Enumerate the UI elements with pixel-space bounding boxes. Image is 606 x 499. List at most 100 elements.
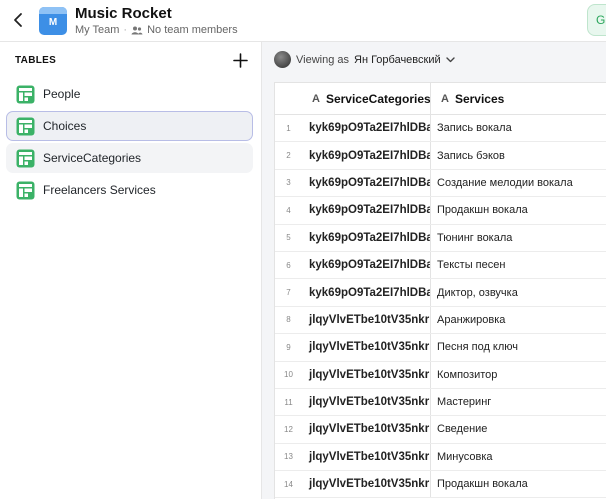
- table-icon: [16, 117, 35, 135]
- table-row[interactable]: 11 jlqyVlvETbe10tV35nkr Мастеринг: [275, 388, 606, 417]
- row-number: 11: [284, 397, 293, 407]
- cell-servicecategory[interactable]: kyk69pO9Ta2EI7hlDBa: [302, 279, 431, 306]
- avatar: [274, 51, 291, 68]
- table-row[interactable]: 8 jlqyVlvETbe10tV35nkr Аранжировка: [275, 306, 606, 335]
- cell-servicecategory[interactable]: jlqyVlvETbe10tV35nkr: [302, 471, 431, 498]
- table-row[interactable]: 3 kyk69pO9Ta2EI7hlDBa Создание мелодии вок…: [275, 169, 606, 198]
- main-panel: Viewing as Ян Горбачевский A ServiceCate…: [262, 42, 606, 499]
- share-button-glyph: G: [596, 13, 606, 27]
- cell-servicecategory[interactable]: kyk69pO9Ta2EI7hlDBa: [302, 224, 431, 251]
- table-row[interactable]: 5 kyk69pO9Ta2EI7hlDBa Тюнинг вокала: [275, 224, 606, 252]
- row-number: 14: [284, 479, 293, 489]
- row-number: 2: [286, 151, 291, 161]
- share-button[interactable]: G: [587, 4, 606, 36]
- viewing-user: Ян Горбачевский: [354, 53, 441, 66]
- cell-service[interactable]: Минусовка: [431, 444, 606, 470]
- table-row[interactable]: 9 jlqyVlvETbe10tV35nkr Песня под ключ: [275, 334, 606, 362]
- cell-servicecategory[interactable]: kyk69pO9Ta2EI7hlDBa: [302, 197, 431, 224]
- table-row[interactable]: 13 jlqyVlvETbe10tV35nkr Минусовка: [275, 443, 606, 472]
- column-header-services[interactable]: A Services: [431, 83, 606, 114]
- row-number-header: [275, 83, 302, 114]
- cell-servicecategory[interactable]: jlqyVlvETbe10tV35nkr: [302, 388, 431, 416]
- table-icon: [16, 181, 35, 199]
- cell-service[interactable]: Диктор, озвучка: [431, 279, 606, 305]
- cell-servicecategory[interactable]: jlqyVlvETbe10tV35nkr: [302, 334, 431, 361]
- cell-servicecategory[interactable]: jlqyVlvETbe10tV35nkr: [302, 361, 431, 388]
- cell-service[interactable]: Песня под ключ: [431, 334, 606, 360]
- people-icon: [131, 26, 143, 34]
- column-label: ServiceCategories: [325, 91, 431, 106]
- sidebar-item-label: People: [43, 87, 81, 101]
- add-table-button[interactable]: [229, 49, 251, 71]
- cell-service[interactable]: Тюнинг вокала: [431, 225, 606, 251]
- separator: ·: [123, 24, 128, 36]
- cell-servicecategory[interactable]: kyk69pO9Ta2EI7hlDBa: [302, 115, 431, 142]
- row-number: 1: [286, 123, 291, 133]
- sidebar-item-label: ServiceCategories: [43, 151, 142, 165]
- cell-service[interactable]: Запись бэков: [431, 142, 606, 168]
- row-number: 12: [284, 424, 293, 434]
- row-number: 7: [286, 288, 291, 298]
- cell-servicecategory[interactable]: jlqyVlvETbe10tV35nkr: [302, 443, 431, 471]
- row-number: 5: [286, 233, 291, 243]
- sidebar: TABLES People Choices ServiceCategories …: [0, 42, 262, 499]
- row-number: 6: [286, 260, 291, 270]
- table-row[interactable]: 10 jlqyVlvETbe10tV35nkr Композитор: [275, 361, 606, 389]
- row-number: 13: [284, 452, 293, 462]
- row-number: 3: [286, 178, 291, 188]
- members-label: No team members: [147, 24, 238, 36]
- tables-heading: TABLES: [15, 55, 57, 66]
- text-column-icon: A: [312, 92, 320, 105]
- table-icon: [16, 85, 35, 103]
- table-row[interactable]: 4 kyk69pO9Ta2EI7hlDBa Продакшн вокала: [275, 197, 606, 225]
- table-list: People Choices ServiceCategories Freelan…: [6, 79, 253, 207]
- table-row[interactable]: 7 kyk69pO9Ta2EI7hlDBa Диктор, озвучка: [275, 279, 606, 307]
- sidebar-item-label: Freelancers Services: [43, 183, 156, 197]
- table-row[interactable]: 6 kyk69pO9Ta2EI7hlDBa Тексты песен: [275, 251, 606, 280]
- table-row[interactable]: 1 kyk69pO9Ta2EI7hlDBa Запись вокала: [275, 115, 606, 143]
- team-name[interactable]: My Team: [75, 24, 119, 36]
- table-row[interactable]: 2 kyk69pO9Ta2EI7hlDBa Запись бэков: [275, 142, 606, 170]
- sidebar-item-freelancers-services[interactable]: Freelancers Services: [6, 175, 253, 205]
- cell-servicecategory[interactable]: jlqyVlvETbe10tV35nkr: [302, 416, 431, 443]
- cell-service[interactable]: Продакшн вокала: [431, 197, 606, 223]
- app-subtitle: My Team · No team members: [75, 24, 238, 36]
- sidebar-item-choices[interactable]: Choices: [6, 111, 253, 141]
- row-number: 10: [284, 370, 293, 380]
- table-row[interactable]: 12 jlqyVlvETbe10tV35nkr Сведение: [275, 416, 606, 444]
- plus-icon: [232, 52, 248, 68]
- table-icon: [16, 149, 35, 167]
- cell-service[interactable]: Композитор: [431, 362, 606, 388]
- cell-servicecategory[interactable]: kyk69pO9Ta2EI7hlDBa: [302, 251, 431, 279]
- cell-service[interactable]: Продакшн вокала: [431, 471, 606, 497]
- column-label: Services: [454, 91, 505, 106]
- cell-service[interactable]: Мастеринг: [431, 389, 606, 415]
- cell-servicecategory[interactable]: kyk69pO9Ta2EI7hlDBa: [302, 142, 431, 169]
- sidebar-item-people[interactable]: People: [6, 79, 253, 109]
- chevron-left-icon: [14, 13, 22, 27]
- viewing-prefix: Viewing as: [296, 53, 349, 66]
- cell-servicecategory[interactable]: jlqyVlvETbe10tV35nkr: [302, 306, 431, 334]
- row-number: 9: [286, 342, 291, 352]
- chevron-down-icon: [445, 56, 455, 62]
- cell-service[interactable]: Создание мелодии вокала: [431, 170, 606, 196]
- app-icon[interactable]: M: [39, 7, 67, 35]
- cell-service[interactable]: Аранжировка: [431, 307, 606, 333]
- grid-header: A ServiceCategories A Services: [275, 83, 606, 115]
- viewing-as-selector[interactable]: Viewing as Ян Горбачевский: [274, 51, 455, 68]
- column-header-servicecategories[interactable]: A ServiceCategories: [302, 83, 431, 114]
- sidebar-item-servicecategories[interactable]: ServiceCategories: [6, 143, 253, 173]
- sidebar-item-label: Choices: [43, 119, 87, 133]
- table-row[interactable]: 14 jlqyVlvETbe10tV35nkr Продакшн вокала: [275, 471, 606, 499]
- cell-service[interactable]: Запись вокала: [431, 115, 606, 141]
- grid-body: 1 kyk69pO9Ta2EI7hlDBa Запись вокала 2 kyk69p…: [275, 115, 606, 499]
- cell-servicecategory[interactable]: kyk69pO9Ta2EI7hlDBa: [302, 169, 431, 197]
- back-button[interactable]: [8, 9, 28, 31]
- cell-service[interactable]: Сведение: [431, 416, 606, 442]
- text-column-icon: A: [441, 92, 449, 105]
- app-icon-letter: M: [48, 17, 58, 28]
- row-number: 4: [286, 205, 291, 215]
- cell-service[interactable]: Тексты песен: [431, 252, 606, 278]
- app-title: Music Rocket: [75, 5, 172, 22]
- data-grid: A ServiceCategories A Services 1 kyk69pO9…: [274, 82, 606, 499]
